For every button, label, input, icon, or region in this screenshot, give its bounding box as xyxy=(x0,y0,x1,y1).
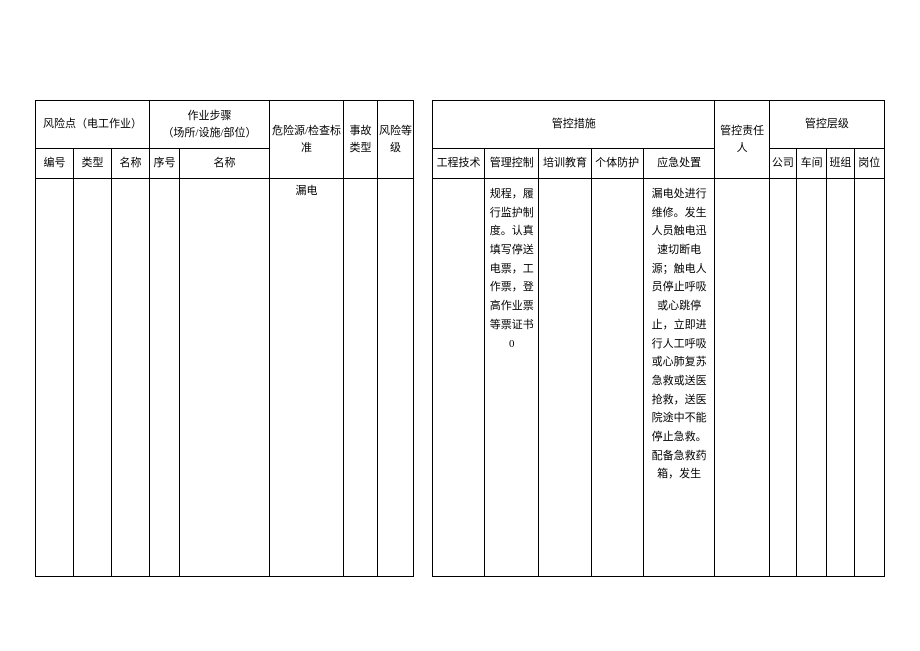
cell-risk-level xyxy=(378,179,414,577)
cell-seq xyxy=(150,179,180,577)
hdr-emergency: 应急处置 xyxy=(643,149,715,179)
cell-accident xyxy=(344,179,378,577)
hdr-protection: 个体防护 xyxy=(591,149,643,179)
hdr-work-step: 作业步骤 （场所/设施/部位） xyxy=(150,101,270,149)
hdr-post: 岗位 xyxy=(854,149,884,179)
header-row-2-r: 工程技术 管理控制 培训教育 个体防护 应急处置 公司 车间 班组 岗位 xyxy=(433,149,885,179)
hdr-name2: 名称 xyxy=(180,149,270,179)
left-table: 风险点（电工作业） 作业步骤 （场所/设施/部位） 危险源/检查标准 事故类型 … xyxy=(35,100,414,577)
hdr-team: 班组 xyxy=(827,149,854,179)
emergency-text: 漏电处进行维修。发生人员触电迅速切断电源；触电人员停止呼吸或心跳停止，立即进行人… xyxy=(645,183,714,486)
cell-training xyxy=(539,179,591,577)
hdr-control-level: 管控层级 xyxy=(769,101,884,149)
cell-company xyxy=(769,179,796,577)
cell-team xyxy=(827,179,854,577)
header-row-1: 风险点（电工作业） 作业步骤 （场所/设施/部位） 危险源/检查标准 事故类型 … xyxy=(36,101,414,149)
hdr-type: 类型 xyxy=(74,149,112,179)
hdr-risk-level: 风险等级 xyxy=(378,101,414,179)
cell-emergency: 漏电处进行维修。发生人员触电迅速切断电源；触电人员停止呼吸或心跳停止，立即进行人… xyxy=(643,179,715,577)
hdr-workshop: 车间 xyxy=(796,149,826,179)
header-row-1-r: 管控措施 管控责任人 管控层级 xyxy=(433,101,885,149)
cell-name xyxy=(112,179,150,577)
hdr-name: 名称 xyxy=(112,149,150,179)
hdr-accident-type: 事故类型 xyxy=(344,101,378,179)
cell-protection xyxy=(591,179,643,577)
cell-type xyxy=(74,179,112,577)
table-row-r: 规程，履行监护制度。认真填写停送电票，工作票，登高作业票等票证书 0 漏电处进行… xyxy=(433,179,885,577)
cell-post xyxy=(854,179,884,577)
cell-hazard: 漏电 xyxy=(270,179,344,577)
table-row: 漏电 xyxy=(36,179,414,577)
hdr-risk-point: 风险点（电工作业） xyxy=(36,101,150,149)
document-page: 风险点（电工作业） 作业步骤 （场所/设施/部位） 危险源/检查标准 事故类型 … xyxy=(0,0,920,627)
management-text: 规程，履行监护制度。认真填写停送电票，工作票，登高作业票等票证书 0 xyxy=(486,183,537,355)
hdr-training: 培训教育 xyxy=(539,149,591,179)
hdr-control-person: 管控责任人 xyxy=(715,101,769,179)
cell-workshop xyxy=(796,179,826,577)
cell-number xyxy=(36,179,74,577)
hdr-seq: 序号 xyxy=(150,149,180,179)
hdr-number: 编号 xyxy=(36,149,74,179)
cell-control-person xyxy=(715,179,769,577)
cell-step-name xyxy=(180,179,270,577)
hdr-control-measures: 管控措施 xyxy=(433,101,715,149)
right-table: 管控措施 管控责任人 管控层级 工程技术 管理控制 培训教育 个体防护 应急处置… xyxy=(432,100,885,577)
hdr-company: 公司 xyxy=(769,149,796,179)
hdr-hazard-standard: 危险源/检查标准 xyxy=(270,101,344,179)
hdr-management: 管理控制 xyxy=(485,149,539,179)
cell-management: 规程，履行监护制度。认真填写停送电票，工作票，登高作业票等票证书 0 xyxy=(485,179,539,577)
cell-engineering xyxy=(433,179,485,577)
hdr-engineering: 工程技术 xyxy=(433,149,485,179)
